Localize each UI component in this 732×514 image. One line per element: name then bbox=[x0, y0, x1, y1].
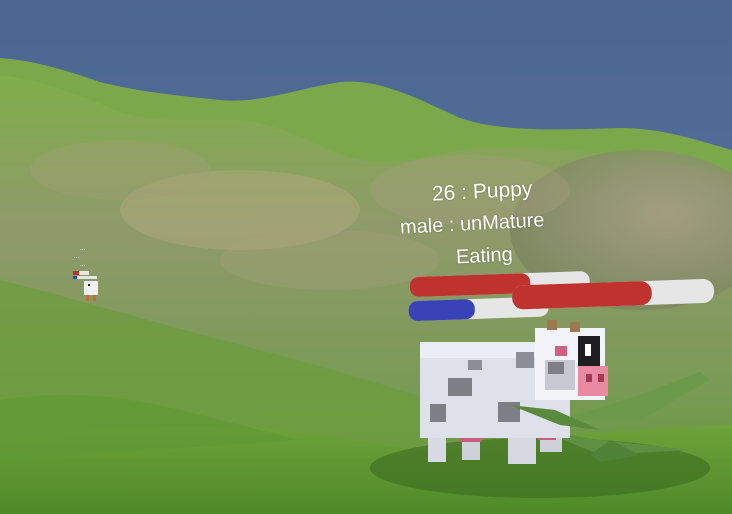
distant-animal-label-2: ... bbox=[74, 254, 80, 260]
bottom-left-bar-fill bbox=[408, 299, 475, 321]
bottom-right-bar-fill bbox=[512, 281, 652, 310]
top-bar-fill bbox=[409, 273, 531, 297]
distant-animal-label-3: ... bbox=[80, 262, 86, 268]
dirt-patch bbox=[30, 140, 210, 200]
animal-state-label: Eating bbox=[455, 243, 514, 269]
game-scene bbox=[0, 0, 732, 514]
distant-animal-label-1: ... bbox=[80, 246, 86, 252]
